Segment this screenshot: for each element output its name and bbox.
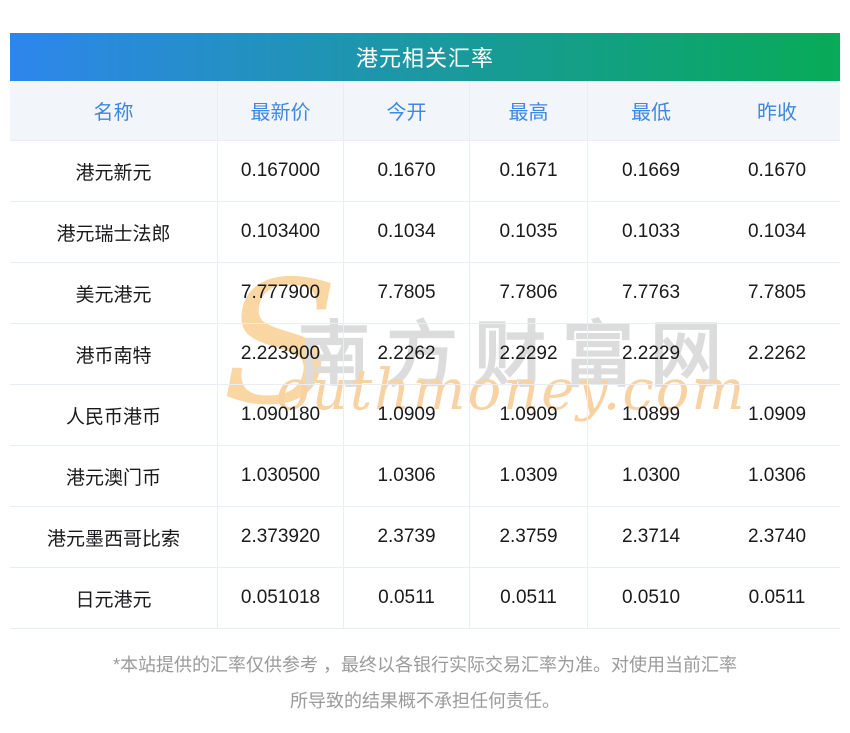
high-price: 0.1671 — [470, 141, 588, 201]
prev-close-price: 0.1670 — [714, 141, 840, 201]
table-row: 港元瑞士法郎 0.103400 0.1034 0.1035 0.1033 0.1… — [10, 202, 840, 263]
header-latest: 最新价 — [218, 81, 344, 140]
pair-name: 港元瑞士法郎 — [10, 202, 218, 262]
table-row: 港元澳门币 1.030500 1.0306 1.0309 1.0300 1.03… — [10, 446, 840, 507]
low-price: 0.0510 — [588, 568, 714, 628]
high-price: 2.3759 — [470, 507, 588, 567]
rates-table: 港元相关汇率 名称 最新价 今开 最高 最低 昨收 港元新元 0.167000 … — [10, 33, 840, 629]
latest-price: 7.777900 — [218, 263, 344, 323]
open-price: 7.7805 — [344, 263, 470, 323]
table-row: 港元新元 0.167000 0.1670 0.1671 0.1669 0.167… — [10, 141, 840, 202]
pair-name: 港元墨西哥比索 — [10, 507, 218, 567]
latest-price: 1.090180 — [218, 385, 344, 445]
latest-price: 2.223900 — [218, 324, 344, 384]
low-price: 2.3714 — [588, 507, 714, 567]
open-price: 2.2262 — [344, 324, 470, 384]
low-price: 2.2229 — [588, 324, 714, 384]
latest-price: 1.030500 — [218, 446, 344, 506]
open-price: 0.1670 — [344, 141, 470, 201]
pair-name: 人民币港币 — [10, 385, 218, 445]
page-title: 港元相关汇率 — [356, 41, 494, 73]
high-price: 0.0511 — [470, 568, 588, 628]
low-price: 0.1033 — [588, 202, 714, 262]
low-price: 7.7763 — [588, 263, 714, 323]
latest-price: 0.167000 — [218, 141, 344, 201]
header-prev-close: 昨收 — [714, 81, 840, 140]
prev-close-price: 1.0306 — [714, 446, 840, 506]
open-price: 2.3739 — [344, 507, 470, 567]
disclaimer-line-2: 所导致的结果概不承担任何责任。 — [0, 683, 850, 719]
table-row: 人民币港币 1.090180 1.0909 1.0909 1.0899 1.09… — [10, 385, 840, 446]
high-price: 7.7806 — [470, 263, 588, 323]
pair-name: 港元新元 — [10, 141, 218, 201]
pair-name: 港元澳门币 — [10, 446, 218, 506]
pair-name: 日元港元 — [10, 568, 218, 628]
high-price: 2.2292 — [470, 324, 588, 384]
prev-close-price: 0.0511 — [714, 568, 840, 628]
header-name: 名称 — [10, 81, 218, 140]
latest-price: 2.373920 — [218, 507, 344, 567]
low-price: 1.0899 — [588, 385, 714, 445]
prev-close-price: 0.1034 — [714, 202, 840, 262]
open-price: 0.0511 — [344, 568, 470, 628]
prev-close-price: 1.0909 — [714, 385, 840, 445]
header-open: 今开 — [344, 81, 470, 140]
disclaimer: *本站提供的汇率仅供参考 ，最终以各银行实际交易汇率为准。对使用当前汇率 所导致… — [0, 647, 850, 719]
table-row: 美元港元 7.777900 7.7805 7.7806 7.7763 7.780… — [10, 263, 840, 324]
high-price: 1.0309 — [470, 446, 588, 506]
table-header-row: 名称 最新价 今开 最高 最低 昨收 — [10, 81, 840, 141]
header-high: 最高 — [470, 81, 588, 140]
low-price: 0.1669 — [588, 141, 714, 201]
pair-name: 美元港元 — [10, 263, 218, 323]
latest-price: 0.103400 — [218, 202, 344, 262]
pair-name: 港币南特 — [10, 324, 218, 384]
disclaimer-line-1: *本站提供的汇率仅供参考 ，最终以各银行实际交易汇率为准。对使用当前汇率 — [0, 647, 850, 683]
latest-price: 0.051018 — [218, 568, 344, 628]
prev-close-price: 2.3740 — [714, 507, 840, 567]
low-price: 1.0300 — [588, 446, 714, 506]
table-title-bar: 港元相关汇率 — [10, 33, 840, 81]
open-price: 1.0306 — [344, 446, 470, 506]
table-row: 港币南特 2.223900 2.2262 2.2292 2.2229 2.226… — [10, 324, 840, 385]
table-row: 港元墨西哥比索 2.373920 2.3739 2.3759 2.3714 2.… — [10, 507, 840, 568]
high-price: 0.1035 — [470, 202, 588, 262]
open-price: 0.1034 — [344, 202, 470, 262]
table-row: 日元港元 0.051018 0.0511 0.0511 0.0510 0.051… — [10, 568, 840, 629]
page: S 南方财富网 outhmoney.com 港元相关汇率 名称 最新价 今开 最… — [0, 0, 850, 733]
prev-close-price: 7.7805 — [714, 263, 840, 323]
high-price: 1.0909 — [470, 385, 588, 445]
header-low: 最低 — [588, 81, 714, 140]
prev-close-price: 2.2262 — [714, 324, 840, 384]
open-price: 1.0909 — [344, 385, 470, 445]
